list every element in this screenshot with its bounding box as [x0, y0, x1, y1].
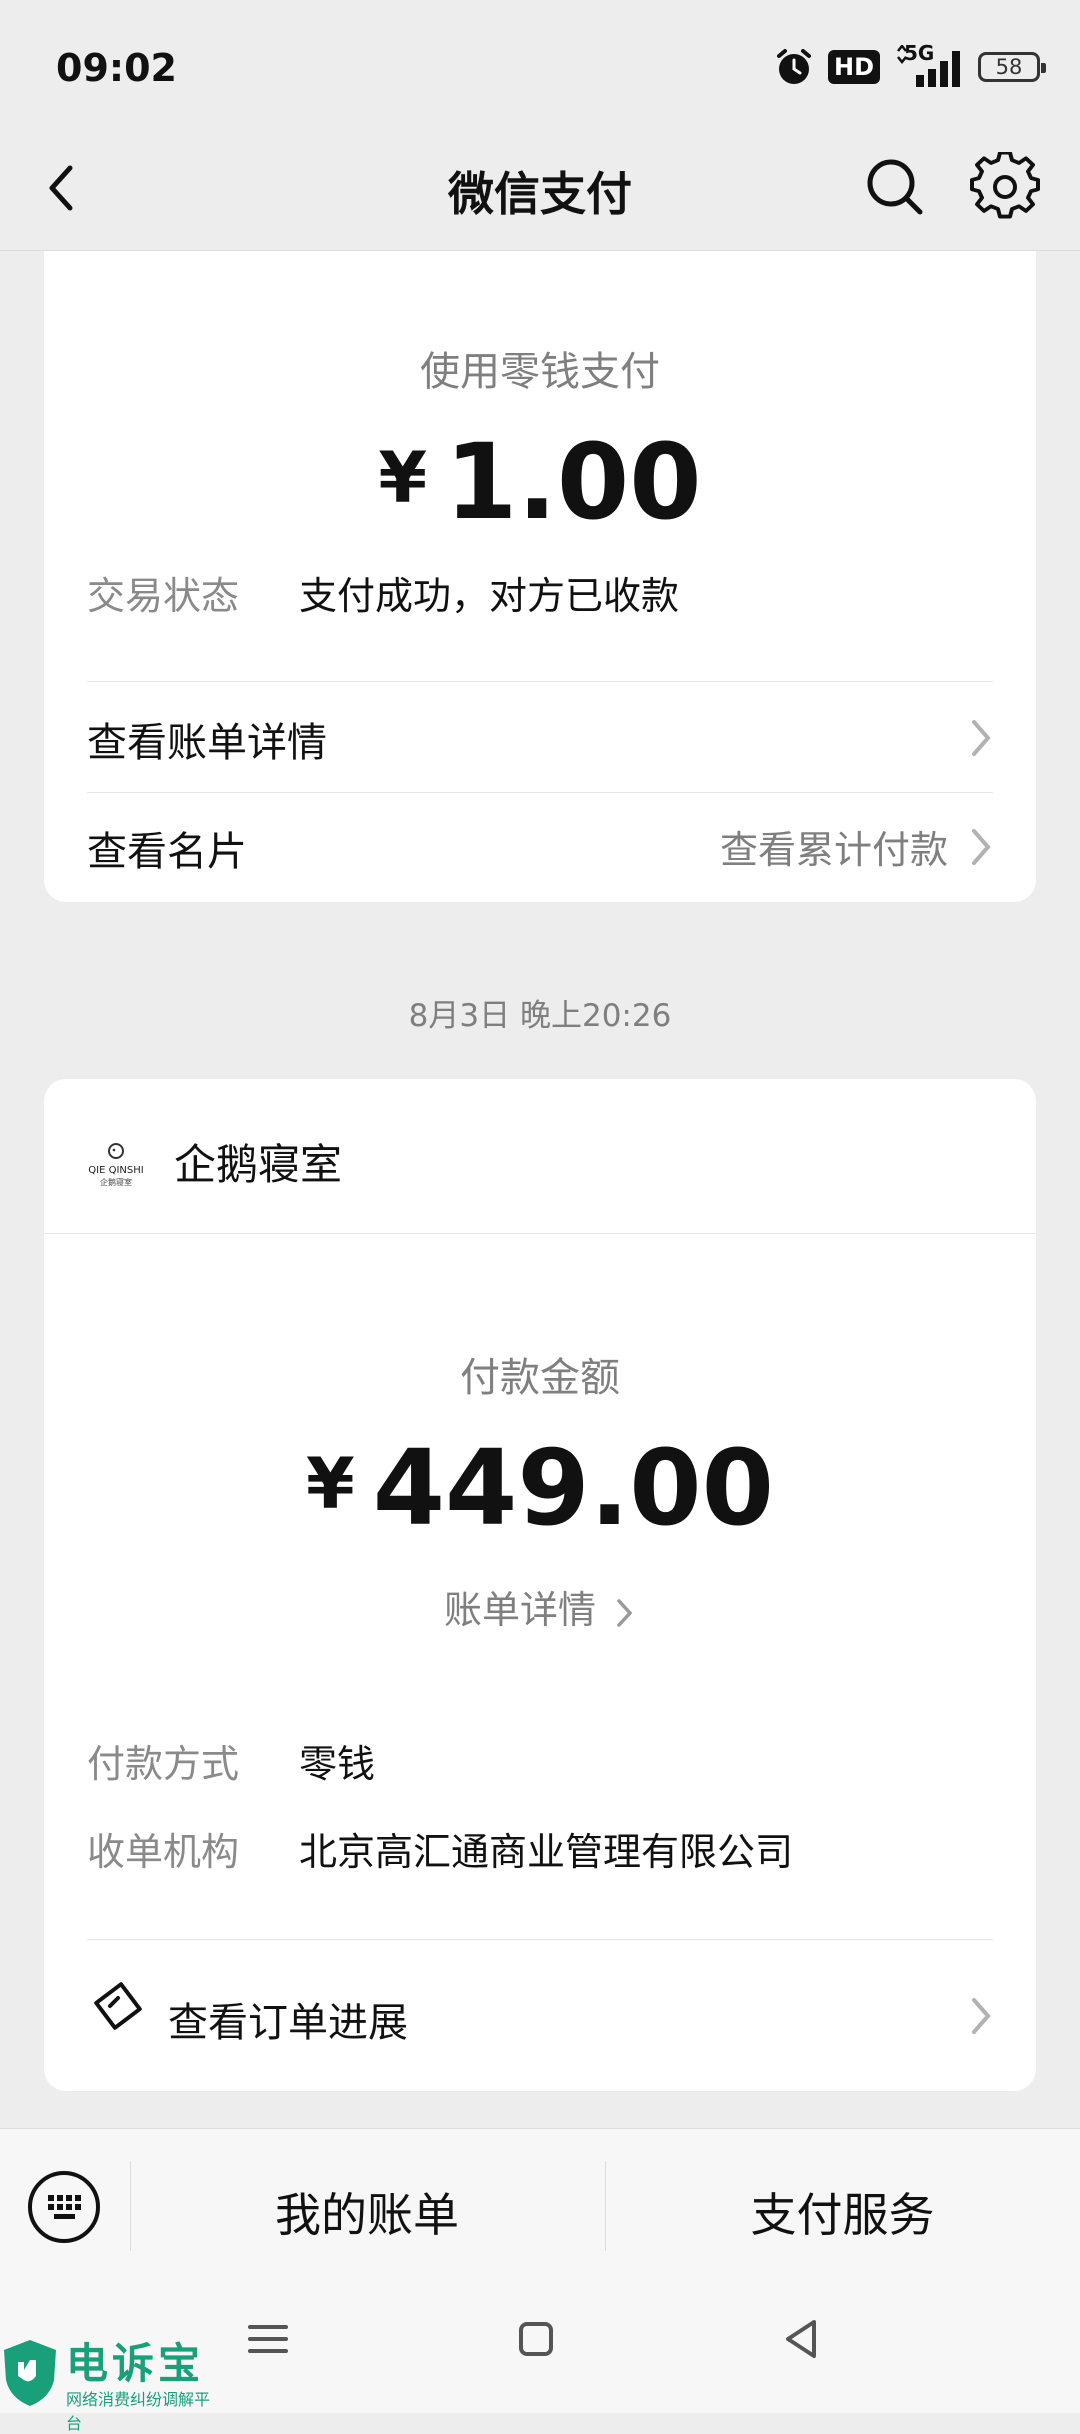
acquirer-label: 收单机构 — [87, 1830, 240, 1874]
battery-level: 58 — [995, 55, 1023, 79]
ticket-icon — [94, 1982, 142, 2030]
nav-bar: 微信支付 — [0, 130, 1080, 251]
chevron-right-icon — [972, 720, 991, 756]
payment-method-value: 零钱 — [299, 1742, 376, 1786]
cumulative-payment-link: 查看累计付款 — [719, 828, 948, 872]
chevron-right-icon — [972, 829, 991, 865]
payment-amount: ¥449.00 — [44, 1427, 1036, 1549]
watermark-title: 电诉宝 — [66, 2339, 205, 2388]
alarm-icon — [776, 49, 811, 84]
bill-detail-link: 查看账单详情 — [87, 720, 327, 766]
merchant-card-row[interactable]: 查看名片 查看累计付款 — [44, 793, 1036, 901]
watermark-subtitle: 网络消费纠纷调解平台 — [66, 2390, 211, 2433]
status-label: 交易状态 — [87, 574, 240, 618]
keyboard-icon — [48, 2195, 81, 2219]
watermark: 电诉宝 网络消费纠纷调解平台 — [0, 2330, 220, 2433]
status-bar: 09:02 HD 5G 58 — [0, 0, 1080, 130]
keyboard-toggle-button[interactable] — [28, 2171, 100, 2243]
message-timestamp: 8月3日 晚上20:26 — [408, 998, 672, 1034]
amount-subtitle: 付款金额 — [460, 1355, 620, 1401]
payment-method-subtitle: 使用零钱支付 — [420, 349, 660, 395]
payment-card-2: QIE QINSHI 企鹅寝室 企鹅寝室 付款金额 ¥449.00 账单详情 付… — [44, 1079, 1036, 2091]
shield-icon — [4, 2340, 56, 2406]
my-bills-tab[interactable]: 我的账单 — [130, 2179, 604, 2245]
menu-icon[interactable] — [238, 2309, 298, 2369]
amount-value: 1.00 — [445, 421, 702, 543]
order-progress-row[interactable]: 查看订单进展 — [44, 1940, 1036, 2090]
gear-icon[interactable] — [970, 152, 1040, 222]
merchant-name: 企鹅寝室 — [174, 1140, 343, 1189]
payment-card-1: 使用零钱支付 ¥1.00 交易状态 支付成功，对方已收款 查看账单详情 查看名片… — [44, 251, 1036, 902]
home-icon[interactable] — [506, 2309, 566, 2369]
bill-detail-label: 账单详情 — [443, 1588, 596, 1632]
chevron-right-icon — [617, 1598, 633, 1627]
pay-services-tab[interactable]: 支付服务 — [605, 2179, 1080, 2245]
status-time: 09:02 — [56, 46, 177, 90]
bill-detail-row[interactable]: 查看账单详情 — [44, 682, 1036, 792]
amount-value: 449.00 — [372, 1427, 775, 1549]
currency-symbol: ¥ — [378, 437, 428, 519]
battery-icon: 58 — [978, 52, 1046, 82]
payment-method-label: 付款方式 — [87, 1742, 240, 1786]
merchant-logo-text: QIE QINSHI — [88, 1165, 144, 1176]
chevron-right-icon — [972, 1998, 991, 2034]
hd-icon: HD — [827, 50, 880, 84]
acquirer-value: 北京高汇通商业管理有限公司 — [299, 1830, 794, 1874]
status-value: 支付成功，对方已收款 — [299, 574, 680, 618]
merchant-logo: QIE QINSHI 企鹅寝室 — [88, 1139, 144, 1195]
merchant-logo-sub: 企鹅寝室 — [100, 1178, 132, 1187]
status-icons: HD 5G 58 — [774, 41, 1046, 90]
view-card-link: 查看名片 — [87, 829, 247, 875]
currency-symbol: ¥ — [305, 1443, 355, 1525]
merchant-header[interactable]: QIE QINSHI 企鹅寝室 企鹅寝室 — [44, 1079, 1036, 1234]
back-nav-icon[interactable] — [772, 2309, 832, 2369]
bill-detail-link[interactable]: 账单详情 — [44, 1579, 1036, 1634]
signal-icon: 5G — [894, 41, 964, 89]
payment-amount: ¥1.00 — [44, 421, 1036, 543]
order-progress-link: 查看订单进展 — [168, 2000, 408, 2046]
search-icon[interactable] — [862, 154, 928, 220]
